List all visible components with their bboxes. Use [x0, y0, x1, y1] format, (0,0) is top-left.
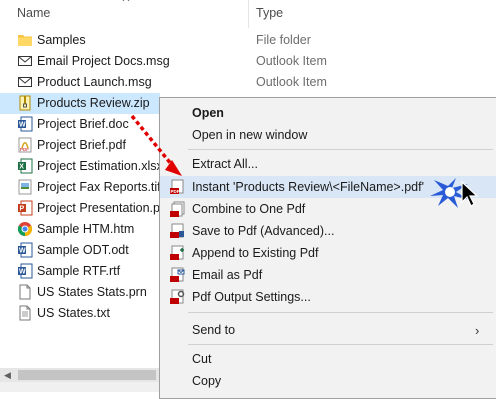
- word-icon: W: [18, 242, 33, 258]
- menu-item-label: Send to: [192, 323, 236, 337]
- file-type: Outlook Item: [256, 54, 327, 68]
- ppt-icon: P: [18, 200, 33, 216]
- file-name: Product Launch.msg: [37, 75, 152, 89]
- word-icon: W: [18, 263, 33, 279]
- file-name: Email Project Docs.msg: [37, 54, 170, 68]
- menu-item-save-to-pdf[interactable]: Save to Pdf (Advanced)...: [160, 220, 496, 242]
- list-item[interactable]: Email Project Docs.msg Outlook Item: [0, 51, 496, 72]
- list-item-selected[interactable]: Products Review.zip: [0, 93, 160, 114]
- excel-icon: X: [18, 158, 33, 174]
- file-name: US States Stats.prn: [37, 285, 147, 299]
- sort-up-icon[interactable]: [122, 0, 130, 3]
- svg-text:X: X: [19, 164, 24, 171]
- file-name: Products Review.zip: [37, 96, 150, 110]
- pdf-convert-icon: PDF: [170, 179, 184, 194]
- svg-text:W: W: [19, 122, 26, 129]
- menu-item-label: Copy: [192, 374, 222, 388]
- combine-pdf-icon: [170, 201, 185, 217]
- text-icon: [19, 284, 31, 300]
- mail-icon: [18, 77, 32, 87]
- save-pdf-icon: [170, 223, 184, 238]
- menu-item-label: Cut: [192, 352, 212, 366]
- menu-item-extract-all[interactable]: Extract All...: [160, 153, 496, 175]
- tif-icon: [18, 179, 32, 195]
- menu-separator: [188, 149, 493, 150]
- menu-item-send-to[interactable]: Send to ›: [160, 319, 496, 341]
- menu-item-instant-pdf[interactable]: PDF Instant 'Products Review\<FileName>.…: [160, 176, 496, 198]
- file-name: Sample ODT.odt: [37, 243, 129, 257]
- svg-text:W: W: [19, 248, 26, 255]
- column-header-type[interactable]: Type: [256, 6, 283, 20]
- menu-separator: [188, 312, 493, 313]
- menu-item-cut[interactable]: Cut: [160, 348, 496, 370]
- column-header: Name Type: [0, 0, 496, 28]
- menu-item-label: Pdf Output Settings...: [192, 290, 311, 304]
- file-name: US States.txt: [37, 306, 110, 320]
- menu-item-label: Extract All...: [192, 157, 258, 171]
- context-menu: Open Open in new window Extract All... P…: [159, 97, 496, 399]
- folder-icon: [18, 35, 32, 46]
- column-divider[interactable]: [248, 0, 249, 28]
- file-name: Sample HTM.htm: [37, 222, 135, 236]
- append-pdf-icon: [170, 245, 184, 260]
- menu-item-append[interactable]: Append to Existing Pdf: [160, 242, 496, 264]
- chrome-icon: [17, 222, 33, 237]
- menu-item-open[interactable]: Open: [160, 102, 496, 124]
- file-name: Project Presentation.pp: [37, 201, 167, 215]
- menu-item-label: Open in new window: [192, 128, 308, 142]
- menu-item-label: Email as Pdf: [192, 268, 263, 282]
- email-pdf-icon: [170, 267, 185, 282]
- svg-text:P: P: [20, 206, 25, 213]
- menu-item-copy[interactable]: Copy: [160, 370, 496, 392]
- file-name: Samples: [37, 33, 86, 47]
- mouse-cursor-icon: [461, 180, 479, 207]
- menu-item-label: Open: [192, 106, 224, 120]
- file-type: Outlook Item: [256, 75, 327, 89]
- menu-item-combine[interactable]: Combine to One Pdf: [160, 198, 496, 220]
- file-name: Project Estimation.xlsx: [37, 159, 163, 173]
- file-name: Project Brief.pdf: [37, 138, 126, 152]
- file-name: Project Fax Reports.tif: [37, 180, 161, 194]
- text-icon: [19, 305, 31, 321]
- zip-icon: [19, 95, 31, 111]
- menu-separator: [188, 344, 493, 345]
- pdf-icon: PDF: [18, 137, 32, 153]
- svg-text:PDF: PDF: [20, 147, 29, 152]
- file-name: Project Brief.doc: [37, 117, 129, 131]
- menu-item-label: Instant 'Products Review\<FileName>.pdf': [192, 180, 424, 194]
- menu-item-label: Append to Existing Pdf: [192, 246, 319, 260]
- word-icon: W: [18, 116, 33, 132]
- list-item[interactable]: Samples File folder: [0, 30, 496, 51]
- scroll-thumb[interactable]: [18, 370, 156, 380]
- mail-icon: [18, 56, 32, 66]
- settings-pdf-icon: [170, 289, 185, 304]
- file-type: File folder: [256, 33, 311, 47]
- svg-text:PDF: PDF: [171, 189, 180, 194]
- menu-item-open-new-window[interactable]: Open in new window: [160, 124, 496, 146]
- svg-text:W: W: [19, 269, 26, 276]
- menu-item-label: Save to Pdf (Advanced)...: [192, 224, 335, 238]
- menu-item-email-pdf[interactable]: Email as Pdf: [160, 264, 496, 286]
- chevron-right-icon: ›: [475, 323, 480, 338]
- menu-item-label: Combine to One Pdf: [192, 202, 306, 216]
- scroll-left-icon[interactable]: ◀: [4, 370, 11, 381]
- column-header-name[interactable]: Name: [17, 6, 50, 20]
- menu-item-output-settings[interactable]: Pdf Output Settings...: [160, 286, 496, 308]
- list-item[interactable]: Product Launch.msg Outlook Item: [0, 72, 496, 93]
- file-name: Sample RTF.rtf: [37, 264, 121, 278]
- horizontal-scrollbar[interactable]: ◀: [0, 368, 160, 382]
